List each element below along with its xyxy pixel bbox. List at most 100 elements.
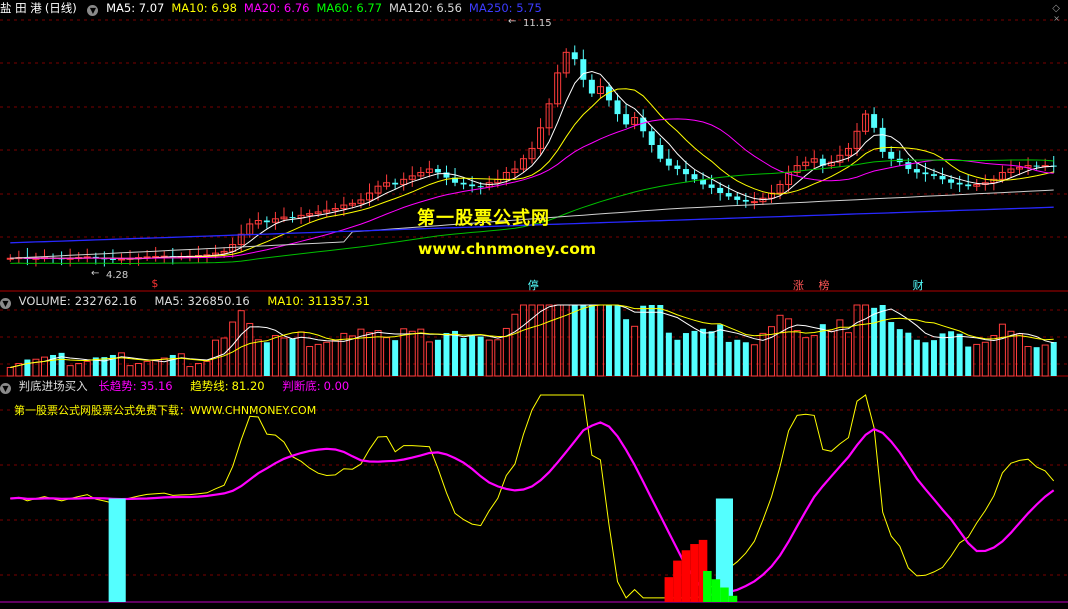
- volume-bar-down: [263, 342, 270, 376]
- volume-bar-down: [871, 307, 878, 376]
- volume-bar-up: [528, 304, 536, 377]
- volume-bar-up: [1041, 344, 1049, 377]
- candle-down: [742, 199, 749, 202]
- volume-bar-up: [314, 343, 322, 377]
- volume-bar-up: [152, 359, 160, 377]
- volume-bar-down: [392, 340, 399, 376]
- volume-bar-down: [965, 346, 972, 376]
- event-marker[interactable]: 榜: [819, 277, 830, 293]
- volume-bar-up: [254, 339, 262, 377]
- volume-bar-down: [452, 330, 459, 376]
- green-signal-bar: [728, 595, 738, 602]
- volume-bar-up: [6, 366, 14, 377]
- volume-bar-down: [657, 305, 664, 376]
- volume-bar-down: [888, 322, 895, 376]
- event-marker[interactable]: 财: [913, 277, 924, 293]
- volume-bar-up: [297, 331, 305, 377]
- volume-bar-down: [443, 333, 450, 376]
- volume-bar-down: [948, 331, 955, 376]
- volume-bar-up: [40, 356, 48, 377]
- candle-down: [657, 145, 664, 159]
- volume-ma5-label: MA5:: [154, 294, 184, 308]
- candle-down: [674, 165, 681, 170]
- volume-bar-down: [648, 305, 655, 376]
- candle-down: [888, 151, 895, 159]
- volume-value: VOLUME: 232762.16: [19, 294, 144, 308]
- volume-bar-down: [956, 333, 963, 376]
- diamond-icon[interactable]: ◇: [1052, 3, 1060, 14]
- volume-bar-up: [194, 363, 202, 377]
- volume-bar-down: [469, 335, 476, 376]
- volume-bar-up: [631, 325, 639, 377]
- candle-down: [930, 174, 937, 176]
- volume-bar-up: [998, 323, 1006, 377]
- indicator-subtitle: 第一股票公式网股票公式免费下载：WWW.CHNMONEY.COM: [14, 404, 317, 417]
- indicator-name: 判底进场买入: [18, 379, 88, 393]
- event-marker[interactable]: $: [151, 277, 158, 290]
- volume-bar-up: [366, 332, 373, 377]
- volume-bar-down: [742, 342, 749, 376]
- high-price-label: 11.15: [523, 18, 552, 29]
- red-signal-bar: [681, 550, 691, 602]
- candle-down: [392, 182, 399, 185]
- volume-bar-up: [1016, 333, 1024, 377]
- volume-bar-down: [289, 338, 296, 376]
- volume-bar-up: [827, 330, 835, 377]
- volume-bar-down: [734, 339, 741, 376]
- volume-bar-down: [605, 305, 612, 376]
- volume-bar-down: [101, 357, 108, 376]
- volume-bar-up: [554, 304, 562, 377]
- volume-bar-up: [383, 337, 391, 377]
- chevron-down-icon[interactable]: ▼: [87, 5, 99, 16]
- candle-down: [109, 258, 116, 260]
- volume-bar-up: [802, 337, 810, 377]
- trend-line: 趋势线: 81.20: [190, 379, 271, 393]
- judge-bottom-label: 判断底:: [282, 379, 321, 393]
- volume-bar-down: [819, 324, 826, 376]
- volume-bar-down: [913, 339, 920, 376]
- volume-bar-up: [237, 310, 245, 377]
- volume-bar-down: [708, 331, 715, 376]
- stock-name: 盐 田 港: [0, 1, 42, 15]
- volume-bar-down: [623, 319, 630, 376]
- volume-bar-up: [135, 363, 143, 377]
- candle-down: [1033, 165, 1040, 167]
- event-marker[interactable]: 涨: [793, 277, 804, 293]
- volume-bar-down: [477, 336, 484, 376]
- period-label: (日线): [44, 1, 77, 15]
- red-signal-bar: [690, 544, 699, 602]
- long-trend-label: 长趋势:: [98, 379, 137, 393]
- candle-down: [708, 184, 715, 188]
- candle-down: [682, 169, 689, 175]
- volume-bar-up: [220, 337, 228, 377]
- volume-bar-up: [545, 304, 553, 377]
- close-icon[interactable]: ×: [1053, 14, 1060, 23]
- watermark-title: 第一股票公式网: [417, 208, 550, 229]
- volume-ma10: MA10: 311357.31: [267, 294, 377, 308]
- volume-bar-down: [580, 305, 587, 376]
- volume-bar-down: [879, 305, 886, 376]
- volume-bar-up: [126, 365, 134, 377]
- candle-down: [871, 114, 878, 128]
- trend-line-value: 81.20: [231, 379, 265, 393]
- candle-down: [717, 187, 724, 194]
- long-trend: 长趋势: 35.16: [98, 379, 179, 393]
- volume-bar-up: [1024, 346, 1032, 377]
- event-marker[interactable]: 停: [528, 277, 539, 293]
- chevron-down-icon[interactable]: ▼: [0, 298, 11, 309]
- volume-bar-up: [425, 341, 433, 377]
- candle-down: [614, 100, 621, 115]
- volume-bar-up: [271, 335, 279, 377]
- candle-up: [117, 258, 125, 261]
- candle-down: [434, 169, 441, 173]
- volume-bar-down: [434, 339, 441, 376]
- candle-down: [913, 169, 920, 173]
- volume-bar-up: [229, 321, 237, 377]
- volume-bar-up: [66, 365, 74, 377]
- volume-bar-up: [853, 304, 861, 377]
- volume-ma5: MA5: 326850.16: [155, 294, 257, 308]
- candle-down: [665, 158, 672, 166]
- candle-down: [460, 182, 467, 185]
- volume-bar-down: [896, 329, 903, 376]
- chevron-down-icon[interactable]: ▼: [0, 383, 11, 394]
